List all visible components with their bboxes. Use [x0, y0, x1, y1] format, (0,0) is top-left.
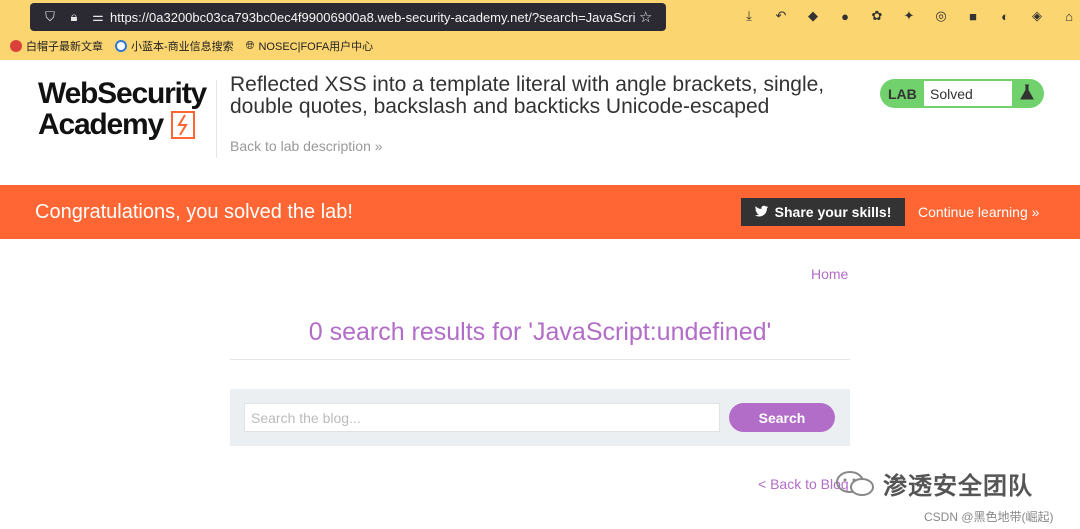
results-divider [230, 359, 850, 360]
browser-chrome: ⛉ 🔒︎ ⚌ https://0a3200bc03ca793bc0ec4f990… [0, 0, 1080, 60]
congrats-message: Congratulations, you solved the lab! [35, 201, 353, 223]
home-link[interactable]: Home [811, 266, 848, 282]
globe-icon: 🌐︎ [245, 39, 255, 52]
back-to-description-link[interactable]: Back to lab description » [230, 138, 383, 154]
lab-header: WebSecurity Academy Reflected XSS into a… [0, 60, 1080, 185]
share-label: Share your skills! [774, 204, 892, 220]
search-button[interactable]: Search [729, 403, 835, 432]
congratulations-banner: Congratulations, you solved the lab! Sha… [0, 185, 1080, 239]
back-arrow-icon[interactable]: ↶ [772, 7, 790, 25]
lab-status: Solved [924, 81, 1012, 106]
diamond-icon[interactable]: ◈ [1028, 7, 1046, 25]
bookmark-label: NOSEC|FOFA用户中心 [258, 41, 374, 53]
shield-icon[interactable]: ⛉ [38, 9, 62, 25]
logo-line1: WebSecurity [38, 77, 207, 110]
flask-icon [1012, 84, 1042, 103]
bookmark-star-icon[interactable]: ☆ [639, 8, 652, 26]
lab-label: LAB [888, 85, 917, 102]
wechat-icon [836, 470, 874, 496]
logo-line2-row: Academy [38, 109, 206, 140]
download-icon[interactable]: ⤓ [740, 7, 758, 25]
cookie-editor-icon[interactable]: ✿ [868, 7, 886, 25]
lab-title: Reflected XSS into a template literal wi… [230, 73, 825, 118]
share-skills-button[interactable]: Share your skills! [741, 198, 905, 226]
lock-icon[interactable]: 🔒︎ [62, 9, 86, 25]
header-divider [216, 80, 217, 158]
watermark-text: 渗透安全团队 [883, 473, 1033, 500]
bookmark-item[interactable]: 白帽子最新文章 [10, 38, 103, 54]
cookie-icon[interactable]: ● [836, 7, 854, 25]
bookmarks-bar: 白帽子最新文章 小蓝本-商业信息搜索 🌐︎ NOSEC|FOFA用户中心 [10, 38, 373, 54]
bookmark-favicon-icon [10, 40, 22, 52]
proxy-icon[interactable]: ■ [964, 7, 982, 25]
bookmark-item[interactable]: 小蓝本-商业信息搜索 [115, 38, 234, 54]
circle-extension-icon[interactable]: ◎ [932, 7, 950, 25]
toggle-icon[interactable]: ◐ [996, 7, 1014, 25]
logo-line2: Academy [38, 108, 164, 141]
bookmark-label: 白帽子最新文章 [26, 41, 103, 53]
toolbar-extensions: ⤓ ↶ ◆ ● ✿ ✦ ◎ ■ ◐ ◈ ⌂ [740, 7, 1078, 25]
continue-learning-link[interactable]: Continue learning » [918, 204, 1039, 220]
extension-icon[interactable]: ◆ [804, 7, 822, 25]
web-security-academy-logo[interactable]: WebSecurity Academy [38, 77, 207, 140]
bookmark-favicon-icon [115, 40, 127, 52]
address-bar[interactable]: ⛉ 🔒︎ ⚌ https://0a3200bc03ca793bc0ec4f990… [30, 3, 666, 31]
lab-status-badge: LAB Solved [880, 79, 1044, 108]
watermark: 渗透安全团队 [835, 466, 1033, 501]
bookmark-label: 小蓝本-商业信息搜索 [131, 41, 234, 53]
lightning-icon [171, 110, 196, 139]
search-input[interactable]: Search the blog... [244, 403, 720, 432]
search-results-heading: 0 search results for 'JavaScript:undefin… [308, 318, 772, 346]
twitter-icon [754, 204, 769, 220]
url-text[interactable]: https://0a3200bc03ca793bc0ec4f99006900a8… [110, 10, 635, 25]
puzzle-icon[interactable]: ✦ [900, 7, 918, 25]
search-form: Search the blog... Search [230, 389, 850, 446]
permissions-icon[interactable]: ⚌ [86, 9, 110, 25]
bookmark-item[interactable]: 🌐︎ NOSEC|FOFA用户中心 [246, 38, 374, 54]
hat-icon[interactable]: ⌂ [1060, 7, 1078, 25]
csdn-credit: CSDN @黑色地带(崛起) [924, 510, 1054, 524]
